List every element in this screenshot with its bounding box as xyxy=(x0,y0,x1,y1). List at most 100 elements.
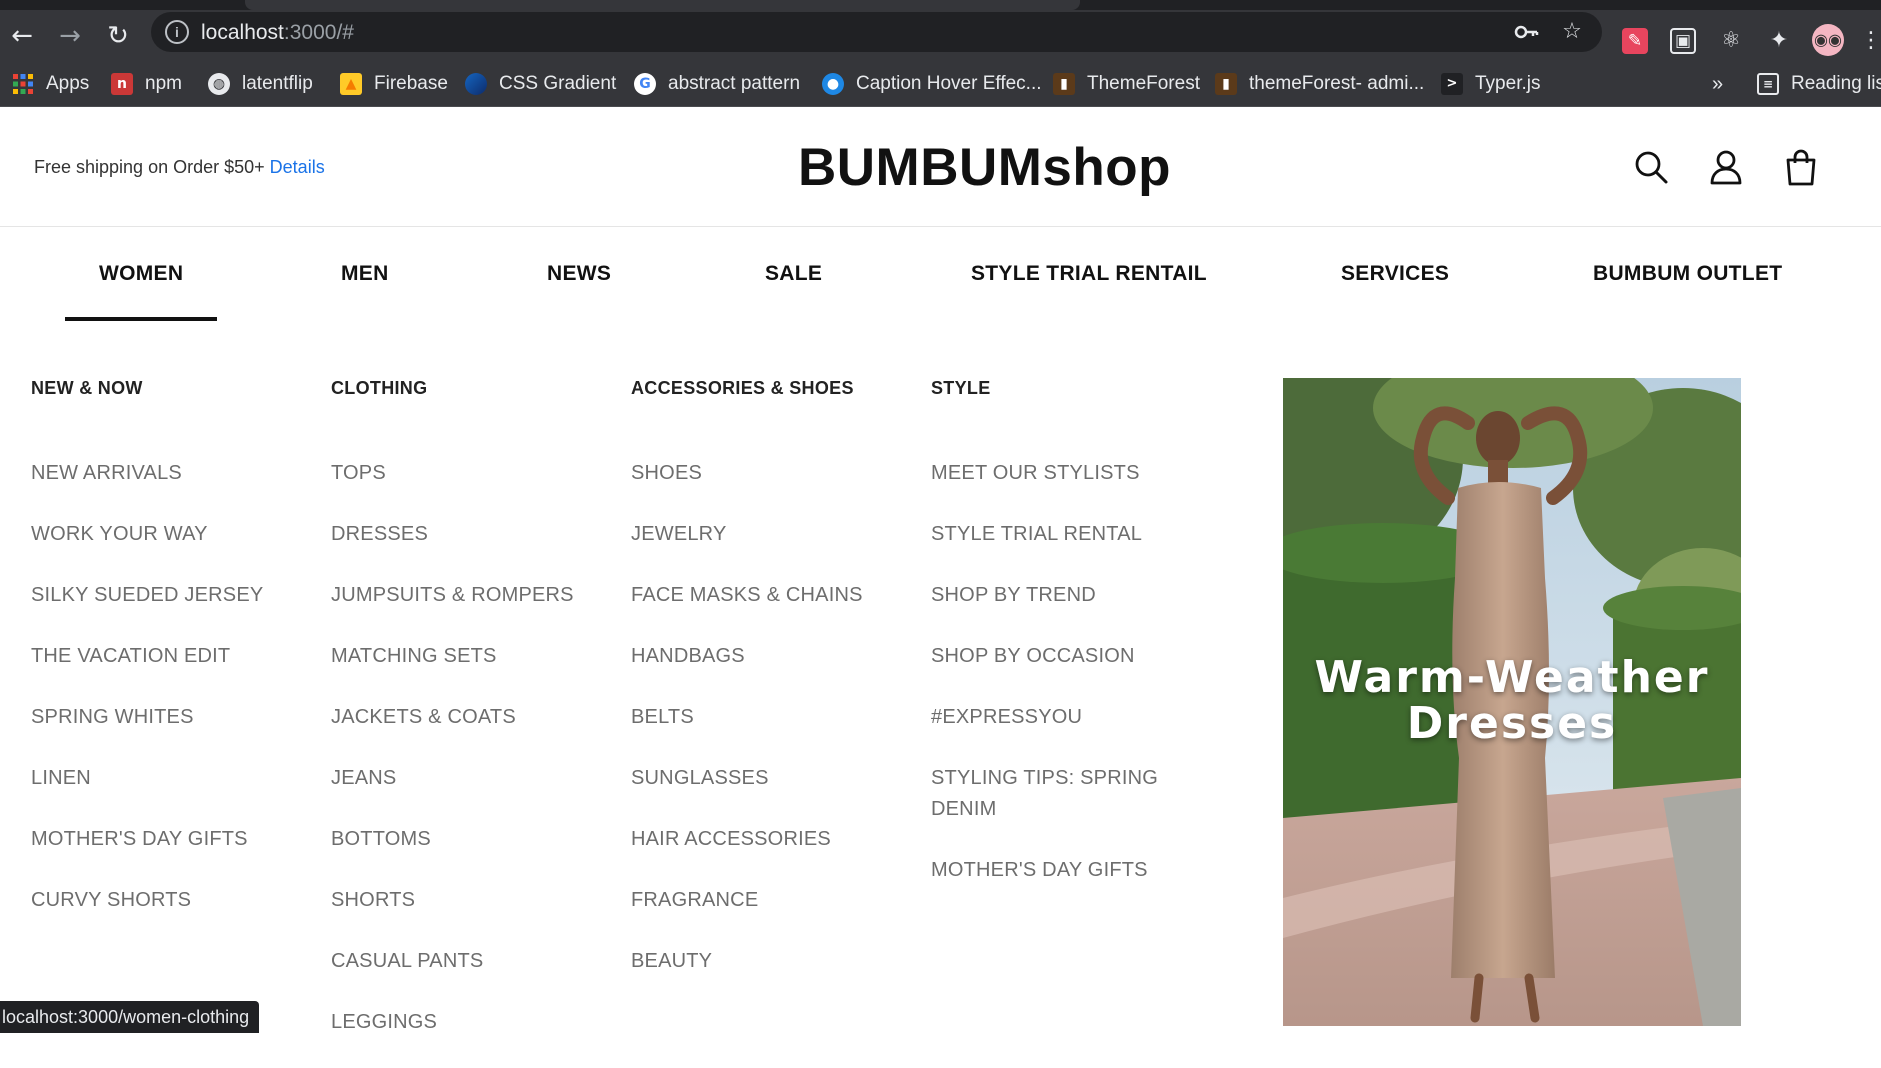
nav-women[interactable]: WOMEN xyxy=(99,262,183,286)
search-icon[interactable] xyxy=(1631,147,1671,187)
menu-column-clothing: CLOTHING TOPS DRESSES JUMPSUITS & ROMPER… xyxy=(331,378,621,1068)
menu-link[interactable]: MEET OUR STYLISTS xyxy=(931,458,1191,489)
menu-link[interactable]: DRESSES xyxy=(331,519,621,550)
shopping-bag-icon[interactable] xyxy=(1781,147,1821,187)
menu-link[interactable]: SHOP BY TREND xyxy=(931,580,1191,611)
bookmark-caption-hover[interactable]: ● Caption Hover Effec... xyxy=(822,72,1042,96)
tab-strip xyxy=(0,0,1881,10)
bookmark-css-gradient[interactable]: CSS Gradient xyxy=(465,72,616,96)
key-icon[interactable] xyxy=(1513,19,1539,45)
menu-link[interactable]: FRAGRANCE xyxy=(631,885,921,916)
bookmarks-bar: Apps n npm ◍ latentflip ▲ Firebase CSS Grad… xyxy=(0,61,1881,107)
column-title: NEW & NOW xyxy=(31,378,143,398)
menu-link[interactable]: STYLING TIPS: SPRING DENIM xyxy=(931,763,1191,825)
react-devtools-icon[interactable]: ⚛ xyxy=(1718,28,1744,54)
shipping-details-link[interactable]: Details xyxy=(270,157,325,177)
menu-link[interactable]: SHORTS xyxy=(331,885,621,916)
bookmark-latentflip[interactable]: ◍ latentflip xyxy=(208,72,313,96)
terminal-icon: > xyxy=(1441,73,1463,95)
bookmark-themeforest-admin[interactable]: ▮ themeForest- admi... xyxy=(1215,72,1424,96)
menu-link[interactable]: NEW ARRIVALS xyxy=(31,458,321,489)
reading-list-icon: ≡ xyxy=(1757,73,1779,95)
extension-translate-icon[interactable]: ✎ xyxy=(1622,28,1648,54)
menu-link[interactable]: CURVY SHORTS xyxy=(31,885,321,916)
menu-link[interactable]: STYLE TRIAL RENTAL xyxy=(931,519,1191,550)
account-icon[interactable] xyxy=(1706,147,1746,187)
reading-list[interactable]: ≡ Reading list xyxy=(1757,72,1881,96)
active-tab[interactable] xyxy=(245,0,1080,10)
bookmark-label: abstract pattern xyxy=(668,73,801,94)
bookmark-typerjs[interactable]: > Typer.js xyxy=(1441,72,1540,96)
menu-link[interactable]: SUNGLASSES xyxy=(631,763,921,794)
menu-link[interactable]: JACKETS & COATS xyxy=(331,702,621,733)
bookmark-label: Typer.js xyxy=(1475,73,1541,94)
menu-link[interactable]: JUMPSUITS & ROMPERS xyxy=(331,580,621,611)
nav-services[interactable]: SERVICES xyxy=(1341,262,1449,286)
bookmark-label: CSS Gradient xyxy=(499,73,617,94)
menu-link[interactable]: SILKY SUEDED JERSEY xyxy=(31,580,321,611)
bookmark-themeforest[interactable]: ▮ ThemeForest xyxy=(1053,72,1200,96)
promo-headline: Warm-Weather Dresses xyxy=(1283,655,1741,747)
menu-link[interactable]: JEANS xyxy=(331,763,621,794)
bookmark-firebase[interactable]: ▲ Firebase xyxy=(340,72,448,96)
url-host: localhost xyxy=(201,21,284,44)
extension-window-icon[interactable]: ▣ xyxy=(1670,28,1696,54)
status-bar-url: localhost:3000/women-clothing xyxy=(0,1001,260,1033)
menu-link[interactable]: THE VACATION EDIT xyxy=(31,641,321,672)
menu-link[interactable]: JEWELRY xyxy=(631,519,921,550)
more-bookmarks-icon[interactable]: » xyxy=(1712,72,1723,96)
menu-link[interactable]: WORK YOUR WAY xyxy=(31,519,321,550)
menu-link[interactable]: TOPS xyxy=(331,458,621,489)
menu-link[interactable]: SPRING WHITES xyxy=(31,702,321,733)
bookmark-abstract-pattern[interactable]: Gabstract pattern xyxy=(634,72,800,96)
themeforest-icon: ▮ xyxy=(1215,73,1237,95)
bookmark-star-icon[interactable]: ☆ xyxy=(1559,19,1585,45)
promo-banner[interactable]: Warm-Weather Dresses xyxy=(1283,378,1741,1026)
drop-icon: ● xyxy=(822,73,844,95)
nav-men[interactable]: MEN xyxy=(341,262,389,286)
menu-link[interactable]: MOTHER'S DAY GIFTS xyxy=(931,855,1191,886)
menu-link[interactable]: LINEN xyxy=(31,763,321,794)
menu-link[interactable]: HANDBAGS xyxy=(631,641,921,672)
site-info-icon[interactable]: i xyxy=(165,20,189,44)
menu-link[interactable]: FACE MASKS & CHAINS xyxy=(631,580,921,611)
back-arrow-icon[interactable]: ← xyxy=(4,18,40,54)
promo-line-1: Warm-Weather xyxy=(1314,652,1710,703)
bookmark-label: Firebase xyxy=(374,73,448,94)
profile-avatar-icon[interactable]: ◉◉ xyxy=(1812,24,1844,56)
bookmark-apps[interactable]: Apps xyxy=(12,72,89,96)
menu-column-style: STYLE MEET OUR STYLISTS STYLE TRIAL RENT… xyxy=(931,378,1191,916)
bookmark-label: npm xyxy=(145,73,182,94)
extensions-puzzle-icon[interactable]: ✦ xyxy=(1766,28,1792,54)
apps-grid-icon xyxy=(12,73,34,95)
bookmark-label: Caption Hover Effec... xyxy=(856,73,1042,94)
themeforest-icon: ▮ xyxy=(1053,73,1075,95)
nav-news[interactable]: NEWS xyxy=(547,262,611,286)
address-bar[interactable]: i localhost:3000/# ☆ xyxy=(151,12,1602,52)
active-nav-indicator xyxy=(65,317,217,321)
menu-link[interactable]: #EXPRESSYOU xyxy=(931,702,1191,733)
menu-link[interactable]: BOTTOMS xyxy=(331,824,621,855)
npm-icon: n xyxy=(111,73,133,95)
menu-link[interactable]: HAIR ACCESSORIES xyxy=(631,824,921,855)
nav-sale[interactable]: SALE xyxy=(765,262,822,286)
menu-link[interactable]: BEAUTY xyxy=(631,946,921,977)
menu-link[interactable]: MOTHER'S DAY GIFTS xyxy=(31,824,321,855)
nav-style-trial-rental[interactable]: STYLE TRIAL RENTAIL xyxy=(971,262,1207,286)
firebase-icon: ▲ xyxy=(340,73,362,95)
menu-link[interactable]: CASUAL PANTS xyxy=(331,946,621,977)
menu-link[interactable]: SHOP BY OCCASION xyxy=(931,641,1191,672)
menu-link[interactable]: BELTS xyxy=(631,702,921,733)
menu-link[interactable]: LEGGINGS xyxy=(331,1007,621,1038)
bookmark-npm[interactable]: n npm xyxy=(111,72,182,96)
site-logo[interactable]: BUMBUMshop xyxy=(798,137,1171,198)
menu-link[interactable]: MATCHING SETS xyxy=(331,641,621,672)
nav-bumbum-outlet[interactable]: BUMBUM OUTLET xyxy=(1593,262,1782,286)
bookmark-label: ThemeForest xyxy=(1087,73,1200,94)
menu-kebab-icon[interactable]: ⋮ xyxy=(1860,28,1881,54)
url-path: :3000/# xyxy=(283,21,354,44)
menu-link[interactable]: SHOES xyxy=(631,458,921,489)
reload-icon[interactable]: ↻ xyxy=(100,18,136,54)
address-url[interactable]: localhost:3000/# xyxy=(201,21,354,45)
forward-arrow-icon[interactable]: → xyxy=(52,18,88,54)
